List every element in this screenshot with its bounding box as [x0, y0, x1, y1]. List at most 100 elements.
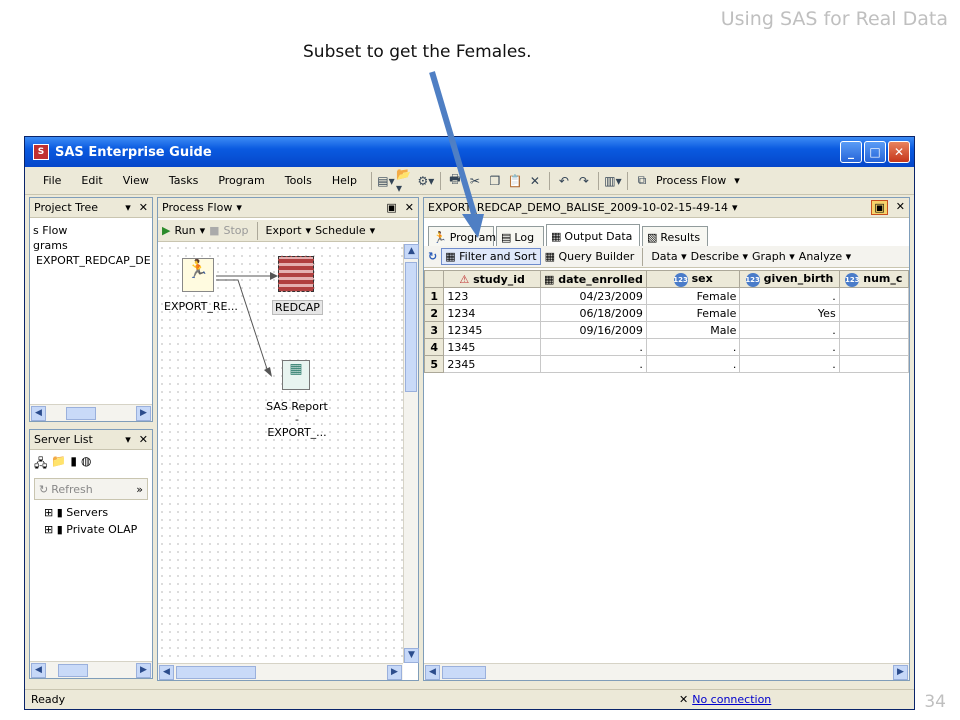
process-flow-vscroll[interactable]: ▲ ▼: [403, 244, 419, 663]
database-icon[interactable]: ▮: [70, 454, 77, 475]
analyze-menu[interactable]: Analyze ▾: [799, 250, 851, 263]
sas-report-node-label: SAS Report - EXPORT_...: [266, 400, 328, 439]
pane-close-icon[interactable]: ✕: [139, 201, 148, 214]
process-flow-hscroll[interactable]: ◀ ▶: [158, 663, 403, 680]
redcap-data-node[interactable]: [278, 256, 314, 292]
project-tree-title: Project Tree: [34, 201, 99, 214]
column-header-date-enrolled[interactable]: ▦ date_enrolled: [539, 270, 647, 288]
table-row[interactable]: 4 1345 . . .: [424, 338, 909, 356]
minimize-button[interactable]: _: [840, 141, 862, 163]
process-flow-pane: Process Flow ▾ ▣ ✕ ▶ Run ▾ ■ Stop Export ▾ …: [157, 197, 419, 681]
calendar-icon: ▦: [543, 272, 555, 286]
status-bar: Ready ✕ No connection: [25, 689, 914, 709]
more-icon[interactable]: »: [136, 483, 147, 496]
globe-icon[interactable]: ◍: [81, 454, 91, 475]
column-header-given-birth[interactable]: 123 given_birth: [739, 270, 840, 288]
menu-help[interactable]: Help: [322, 174, 367, 187]
layout-icon[interactable]: ▥▾: [603, 172, 623, 190]
close-button[interactable]: ✕: [888, 141, 910, 163]
redo-icon[interactable]: ↷: [574, 172, 594, 190]
tree-item[interactable]: s Flow: [33, 224, 151, 237]
process-flow-toolbar-button[interactable]: Process Flow: [652, 174, 730, 187]
tab-log[interactable]: ▤ Log: [496, 226, 544, 246]
export-program-node[interactable]: 🏃: [182, 258, 214, 292]
pin-icon[interactable]: ▣: [871, 200, 888, 215]
expand-icon[interactable]: ⊞: [44, 506, 53, 519]
export-button[interactable]: Export: [266, 224, 302, 237]
pin-icon[interactable]: ▣: [386, 201, 396, 214]
table-row[interactable]: 2 1234 06/18/2009 Female Yes: [424, 304, 909, 322]
refresh-icon[interactable]: ↻: [428, 250, 437, 263]
slide-caption: Subset to get the Females.: [303, 42, 532, 62]
data-menu[interactable]: Data ▾: [651, 250, 686, 263]
column-header-study-id[interactable]: ⚠ study_id: [443, 270, 541, 288]
describe-menu[interactable]: Describe ▾: [691, 250, 748, 263]
folder-icon[interactable]: 📁: [51, 454, 66, 475]
expand-icon[interactable]: ⊞: [44, 523, 53, 536]
menu-file[interactable]: File: [33, 174, 71, 187]
server-list-scrollbar[interactable]: ◀ ▶: [30, 661, 152, 678]
menu-program[interactable]: Program: [208, 174, 274, 187]
tree-item[interactable]: grams: [33, 239, 151, 252]
refresh-icon: ↻: [39, 482, 49, 496]
graph-menu[interactable]: Graph ▾: [752, 250, 795, 263]
chevron-down-icon[interactable]: ▾: [236, 201, 242, 214]
delete-icon[interactable]: ✕: [525, 172, 545, 190]
maximize-button[interactable]: □: [864, 141, 886, 163]
paste-icon[interactable]: 📋: [505, 172, 525, 190]
pane-close-icon[interactable]: ✕: [405, 201, 414, 214]
column-header-num-c[interactable]: 123 num_c: [838, 270, 909, 288]
tab-output-data[interactable]: ▦ Output Data: [546, 224, 640, 246]
print-icon[interactable]: 🖶: [445, 172, 465, 190]
schedule-button[interactable]: Schedule: [315, 224, 366, 237]
project-tree-scrollbar[interactable]: ◀ ▶: [30, 404, 152, 421]
table-row[interactable]: 3 12345 09/16/2009 Male .: [424, 321, 909, 339]
chevron-down-icon[interactable]: ▾: [730, 174, 744, 187]
data-grid-area: ⚠ study_id ▦ date_enrolled 123 sex 123 giv…: [424, 270, 909, 663]
menu-tools[interactable]: Tools: [275, 174, 322, 187]
window-title: SAS Enterprise Guide: [55, 144, 212, 160]
sas-window: S SAS Enterprise Guide _ □ ✕ File Edit V…: [24, 136, 915, 710]
numeric-icon: 123: [745, 272, 760, 287]
server-list-pane: Server List ▾ ✕ 🖧 📁 ▮ ◍ ↻ Refresh » ⊞ ▮ S…: [29, 429, 153, 679]
run-icon: ▶: [162, 224, 171, 237]
export-node-label: EXPORT_RE...: [164, 300, 238, 313]
pane-close-icon[interactable]: ✕: [139, 433, 148, 446]
run-button[interactable]: Run: [174, 224, 195, 237]
tab-program[interactable]: 🏃 Program: [428, 226, 496, 246]
stop-button[interactable]: Stop: [224, 224, 249, 237]
server-list-title: Server List: [34, 433, 93, 446]
stop-icon: ■: [209, 224, 220, 237]
tab-results[interactable]: ▧ Results: [642, 226, 708, 246]
column-header-sex[interactable]: 123 sex: [645, 270, 741, 288]
tree-item-private-olap[interactable]: ⊞ ▮ Private OLAP: [44, 523, 137, 536]
pane-menu-icon[interactable]: ▾: [125, 433, 131, 446]
redcap-node-label: REDCAP: [272, 300, 323, 315]
server-icon[interactable]: 🖧: [34, 454, 47, 475]
sas-report-node[interactable]: ▦: [282, 360, 310, 390]
tree-item[interactable]: EXPORT_REDCAP_DE: [33, 254, 151, 267]
new-icon[interactable]: ▤▾: [376, 172, 396, 190]
cut-icon[interactable]: ✂: [465, 172, 485, 190]
save-icon[interactable]: ⚙▾: [416, 172, 436, 190]
tree-item-servers[interactable]: ⊞ ▮ Servers: [44, 506, 137, 519]
table-row[interactable]: 5 2345 . . .: [424, 355, 909, 373]
filter-and-sort-button[interactable]: ▦ Filter and Sort: [441, 248, 541, 265]
open-icon[interactable]: 📂▾: [396, 167, 416, 195]
copy-icon[interactable]: ❐: [485, 172, 505, 190]
data-grid-hscroll[interactable]: ◀ ▶: [424, 663, 909, 680]
undo-icon[interactable]: ↶: [554, 172, 574, 190]
pane-close-icon[interactable]: ✕: [896, 200, 905, 215]
query-builder-button[interactable]: ▦ Query Builder: [545, 250, 635, 263]
connection-link[interactable]: No connection: [692, 693, 771, 706]
menu-edit[interactable]: Edit: [71, 174, 112, 187]
menu-tasks[interactable]: Tasks: [159, 174, 208, 187]
document-title: EXPORT_REDCAP_DEMO_BALISE_2009-10-02-15-…: [428, 201, 729, 214]
refresh-button[interactable]: Refresh: [51, 483, 93, 496]
table-row[interactable]: 1 123 04/23/2009 Female .: [424, 287, 909, 305]
pane-menu-icon[interactable]: ▾: [125, 201, 131, 214]
numeric-icon: 123: [845, 272, 860, 287]
menu-view[interactable]: View: [113, 174, 159, 187]
chevron-down-icon[interactable]: ▾: [732, 201, 738, 214]
sas-app-icon: S: [33, 144, 49, 160]
